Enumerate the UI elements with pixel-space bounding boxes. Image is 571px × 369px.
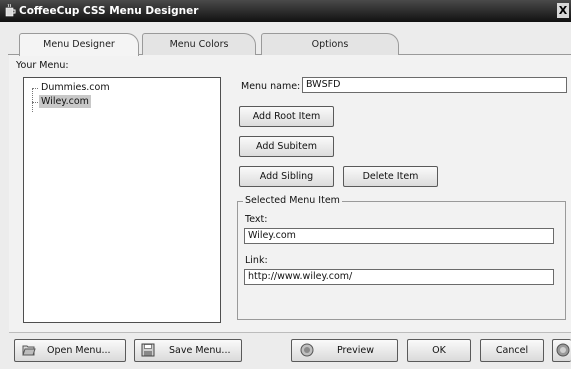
selected-menu-item-group (237, 201, 566, 320)
tree-connector (32, 102, 38, 103)
preview-globe-icon (300, 343, 314, 357)
tree-connector (32, 88, 33, 112)
menu-tree[interactable]: Dummies.com Wiley.com (23, 77, 221, 323)
tree-item[interactable]: Dummies.com (39, 81, 112, 94)
item-link-input[interactable] (244, 269, 554, 285)
item-text-input[interactable] (244, 228, 554, 244)
menu-name-label: Menu name: (241, 81, 301, 92)
save-menu-label: Save Menu... (169, 345, 231, 356)
selected-menu-item-title: Selected Menu Item (243, 195, 342, 206)
floppy-disk-icon (141, 343, 155, 357)
delete-item-button[interactable]: Delete Item (343, 166, 438, 187)
help-icon (556, 343, 570, 357)
add-root-item-button[interactable]: Add Root Item (239, 106, 334, 127)
window-title: CoffeeCup CSS Menu Designer (19, 5, 199, 17)
close-icon[interactable]: X (557, 3, 569, 18)
tab-menu-designer[interactable]: Menu Designer (19, 33, 139, 56)
add-sibling-button[interactable]: Add Sibling (239, 166, 334, 187)
tab-options[interactable]: Options (261, 33, 399, 55)
menu-name-input[interactable] (302, 77, 567, 93)
tab-strip: Menu Designer Menu Colors Options (19, 33, 399, 56)
tree-item-selected[interactable]: Wiley.com (39, 95, 91, 108)
your-menu-label: Your Menu: (16, 60, 69, 71)
open-menu-label: Open Menu... (47, 345, 111, 356)
tab-menu-colors[interactable]: Menu Colors (142, 33, 256, 55)
open-folder-icon (22, 345, 36, 356)
ok-button[interactable]: OK (407, 339, 471, 362)
title-bar: CoffeeCup CSS Menu Designer X (0, 0, 571, 22)
cancel-button[interactable]: Cancel (480, 339, 544, 362)
coffeecup-app-icon (5, 4, 16, 17)
help-button[interactable] (552, 339, 571, 362)
open-menu-button[interactable]: Open Menu... (14, 339, 126, 362)
tree-connector (32, 88, 38, 89)
link-field-label: Link: (245, 255, 268, 266)
footer-divider (9, 332, 571, 333)
text-field-label: Text: (245, 214, 268, 225)
preview-button[interactable]: Preview (291, 339, 398, 362)
save-menu-button[interactable]: Save Menu... (134, 339, 242, 362)
preview-label: Preview (337, 345, 374, 356)
add-subitem-button[interactable]: Add Subitem (239, 136, 334, 157)
